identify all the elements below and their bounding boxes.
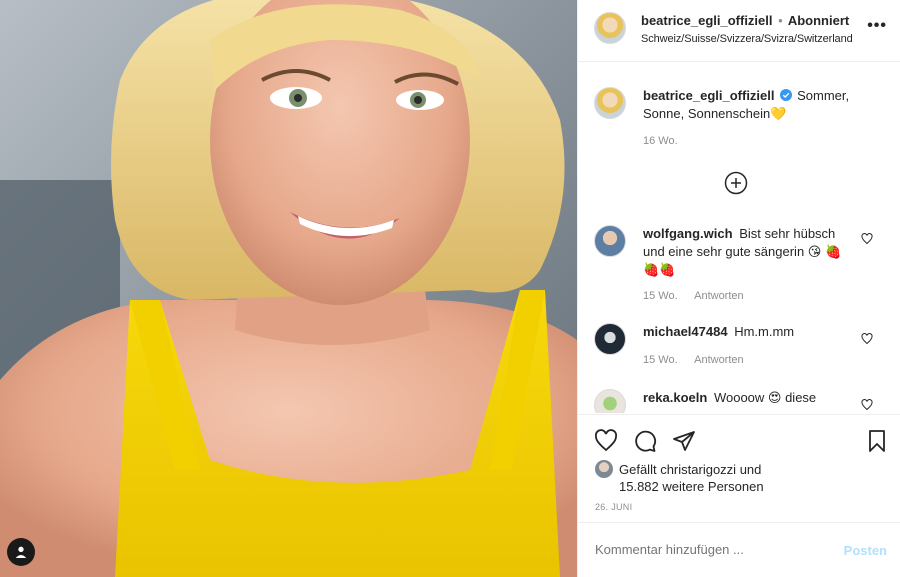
comment-item: reka.koeln Woooow 😍 diese [578,387,900,413]
caption-time[interactable]: 16 Wo. [643,135,678,147]
comment-item: wolfgang.wich Bist sehr hübsch und eine … [578,223,900,303]
comment-text: wolfgang.wich Bist sehr hübsch und eine … [643,225,853,279]
comment-text: reka.koeln Woooow 😍 diese [643,389,853,407]
person-icon [15,546,27,558]
post-date[interactable]: 26. JUNI [595,502,632,512]
post-header: beatrice_egli_offiziell • Abonniert Schw… [578,0,900,62]
bookmark-icon[interactable] [865,429,889,453]
comment-time[interactable]: 15 Wo. [643,354,678,366]
selfie-image [0,0,577,577]
comment-like-heart-icon[interactable] [861,233,873,245]
likes-summary: Gefällt christarigozzi und 15.882 weiter… [595,460,855,495]
comment-item: michael47484 Hm.m.mm 15 Wo. Antworten [578,321,900,371]
verified-badge-icon [779,89,792,101]
comment-like-heart-icon[interactable] [861,399,873,411]
comment-time[interactable]: 15 Wo. [643,290,678,302]
location-link[interactable]: Schweiz/Suisse/Svizzera/Svizra/Switzerla… [641,33,853,45]
comment-like-heart-icon[interactable] [861,333,873,345]
author-username[interactable]: beatrice_egli_offiziell [641,13,773,28]
post-panel: beatrice_egli_offiziell • Abonniert Schw… [577,0,900,577]
likes-others-link[interactable]: 15.882 weitere Personen [595,478,855,495]
more-options-icon[interactable]: ••• [867,18,887,34]
post-photo[interactable] [0,0,577,577]
comment-meta: 15 Wo. Antworten [643,354,758,366]
like-heart-icon[interactable] [594,429,618,453]
add-comment-bar: Posten [578,522,900,577]
caption-username[interactable]: beatrice_egli_offiziell [643,88,775,103]
commenter-avatar[interactable] [594,225,626,257]
likes-connector: und [739,462,762,477]
reply-button[interactable]: Antworten [694,290,744,302]
caption-row: beatrice_egli_offiziell Sommer, Sonne, S… [578,83,900,153]
comment-meta: 15 Wo. Antworten [643,290,758,302]
share-paper-plane-icon[interactable] [672,429,696,453]
following-button[interactable]: Abonniert [788,13,849,28]
reply-button[interactable]: Antworten [694,354,744,366]
comment-input[interactable] [595,542,825,557]
comment-bubble-icon[interactable] [633,429,657,453]
comment-body: Hm.m.mm [734,324,795,339]
commenter-avatar[interactable] [594,323,626,355]
liker-username[interactable]: christarigozzi [660,462,736,477]
post-actions: Gefällt christarigozzi und 15.882 weiter… [578,414,900,522]
comment-text: michael47484 Hm.m.mm [643,323,853,341]
likes-prefix: Gefällt [619,462,657,477]
comment-username[interactable]: michael47484 [643,324,728,339]
comment-body: Woooow 😍 diese [713,390,817,405]
caption-text: beatrice_egli_offiziell Sommer, Sonne, S… [643,87,853,123]
post-comment-button[interactable]: Posten [844,543,887,558]
plus-circle-icon[interactable] [724,171,748,195]
separator-dot: • [778,13,783,28]
header-user-line: beatrice_egli_offiziell • Abonniert [641,13,849,28]
comment-username[interactable]: reka.koeln [643,390,707,405]
author-avatar[interactable] [594,12,626,44]
comments-list[interactable]: beatrice_egli_offiziell Sommer, Sonne, S… [578,63,900,413]
liker-avatar[interactable] [595,460,613,478]
user-tag-button[interactable] [7,538,35,566]
caption-meta: 16 Wo. [643,135,692,147]
caption-avatar[interactable] [594,87,626,119]
commenter-avatar[interactable] [594,389,626,413]
comment-username[interactable]: wolfgang.wich [643,226,733,241]
